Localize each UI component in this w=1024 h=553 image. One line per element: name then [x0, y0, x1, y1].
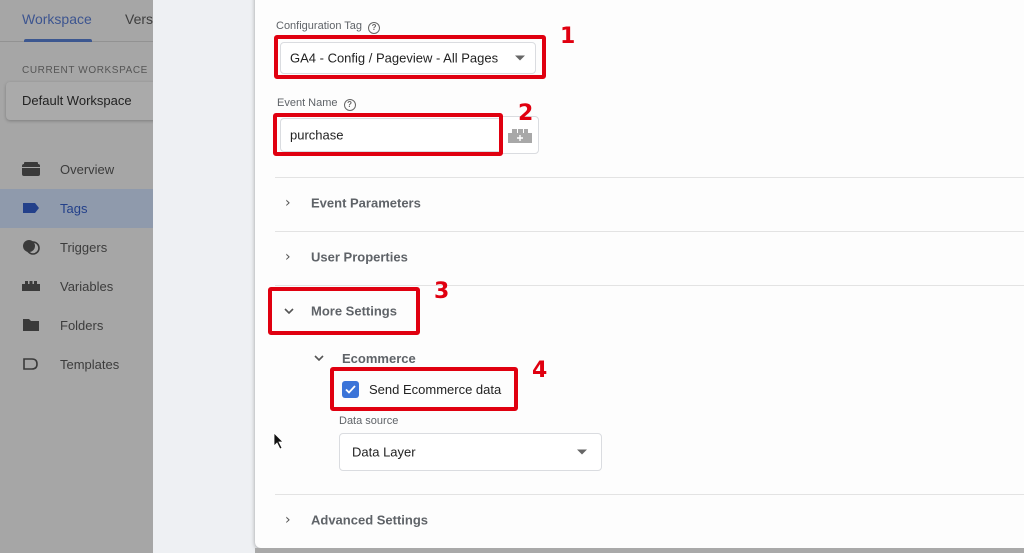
workspace-name: Default Workspace: [22, 93, 132, 108]
annotation-box-2: [273, 113, 503, 156]
trigger-icon: [23, 240, 40, 255]
user-properties-section[interactable]: › User Properties: [275, 237, 575, 277]
divider: [275, 231, 1024, 232]
sidebar-item-overview[interactable]: Overview: [0, 150, 153, 189]
divider: [275, 494, 1024, 495]
sidebar-item-label: Folders: [60, 318, 104, 333]
sidebar-tabs: Workspace Versions: [0, 0, 153, 42]
annotation-box-3: [268, 287, 420, 335]
annotation-box-1: [274, 35, 546, 79]
background-gap: [153, 0, 255, 553]
section-label: Advanced Settings: [311, 512, 429, 528]
card-bottom-edge: [255, 548, 1024, 553]
variables-icon: [22, 281, 40, 291]
configuration-tag-label: Configuration Tag?: [276, 20, 381, 34]
annotation-box-4: [330, 367, 518, 411]
sidebar-item-tags[interactable]: Tags: [0, 189, 153, 228]
sidebar-item-label: Triggers: [60, 240, 108, 255]
sidebar-item-label: Variables: [60, 279, 114, 294]
divider: [275, 285, 1024, 286]
annotation-number-2: 2: [518, 101, 534, 126]
configuration-tag-label-text: Configuration Tag: [276, 20, 363, 32]
event-name-label-text: Event Name: [277, 97, 338, 109]
template-icon: [23, 358, 38, 370]
event-name-label: Event Name?: [277, 97, 356, 111]
tag-icon: [23, 203, 39, 213]
data-source-value: Data Layer: [352, 444, 416, 460]
sidebar: Workspace Versions CURRENT WORKSPACE Def…: [0, 0, 153, 553]
variable-brick-icon: [508, 129, 532, 143]
ecommerce-subsection[interactable]: Ecommerce: [314, 350, 514, 368]
sidebar-item-templates[interactable]: Templates: [0, 345, 153, 384]
active-tab-indicator: [24, 39, 92, 42]
sidebar-item-triggers[interactable]: Triggers: [0, 228, 153, 267]
help-icon[interactable]: ?: [343, 99, 356, 111]
mouse-cursor-icon: [273, 432, 284, 450]
annotation-number-3: 3: [434, 279, 450, 304]
annotation-number-4: 4: [532, 358, 548, 383]
help-icon[interactable]: ?: [368, 22, 381, 34]
folder-icon: [23, 319, 39, 331]
ecommerce-label: Ecommerce: [342, 351, 416, 366]
briefcase-icon: [22, 162, 40, 176]
data-source-select[interactable]: Data Layer: [339, 433, 602, 471]
dropdown-caret-icon: [577, 449, 587, 455]
chevron-down-icon: [314, 355, 324, 361]
chevron-right-icon: ›: [285, 512, 291, 528]
sidebar-nav: Overview Tags Triggers Variables Folders…: [0, 150, 153, 384]
data-source-label: Data source: [339, 415, 399, 427]
workspace-selector[interactable]: Default Workspace: [6, 82, 153, 120]
sidebar-item-label: Templates: [60, 357, 120, 372]
current-workspace-label: CURRENT WORKSPACE: [22, 65, 148, 76]
tab-versions[interactable]: Versions: [125, 11, 153, 27]
section-label: Event Parameters: [311, 195, 421, 211]
sidebar-item-label: Overview: [60, 162, 115, 177]
section-label: User Properties: [311, 249, 408, 265]
tab-workspace[interactable]: Workspace: [22, 11, 92, 27]
event-parameters-section[interactable]: › Event Parameters: [275, 183, 575, 223]
advanced-settings-section[interactable]: › Advanced Settings: [275, 500, 575, 540]
annotation-number-1: 1: [560, 24, 576, 49]
sidebar-item-variables[interactable]: Variables: [0, 267, 153, 306]
sidebar-item-folders[interactable]: Folders: [0, 306, 153, 345]
divider: [275, 177, 1024, 178]
chevron-right-icon: ›: [285, 195, 291, 211]
chevron-right-icon: ›: [285, 249, 291, 265]
sidebar-item-label: Tags: [60, 201, 88, 216]
